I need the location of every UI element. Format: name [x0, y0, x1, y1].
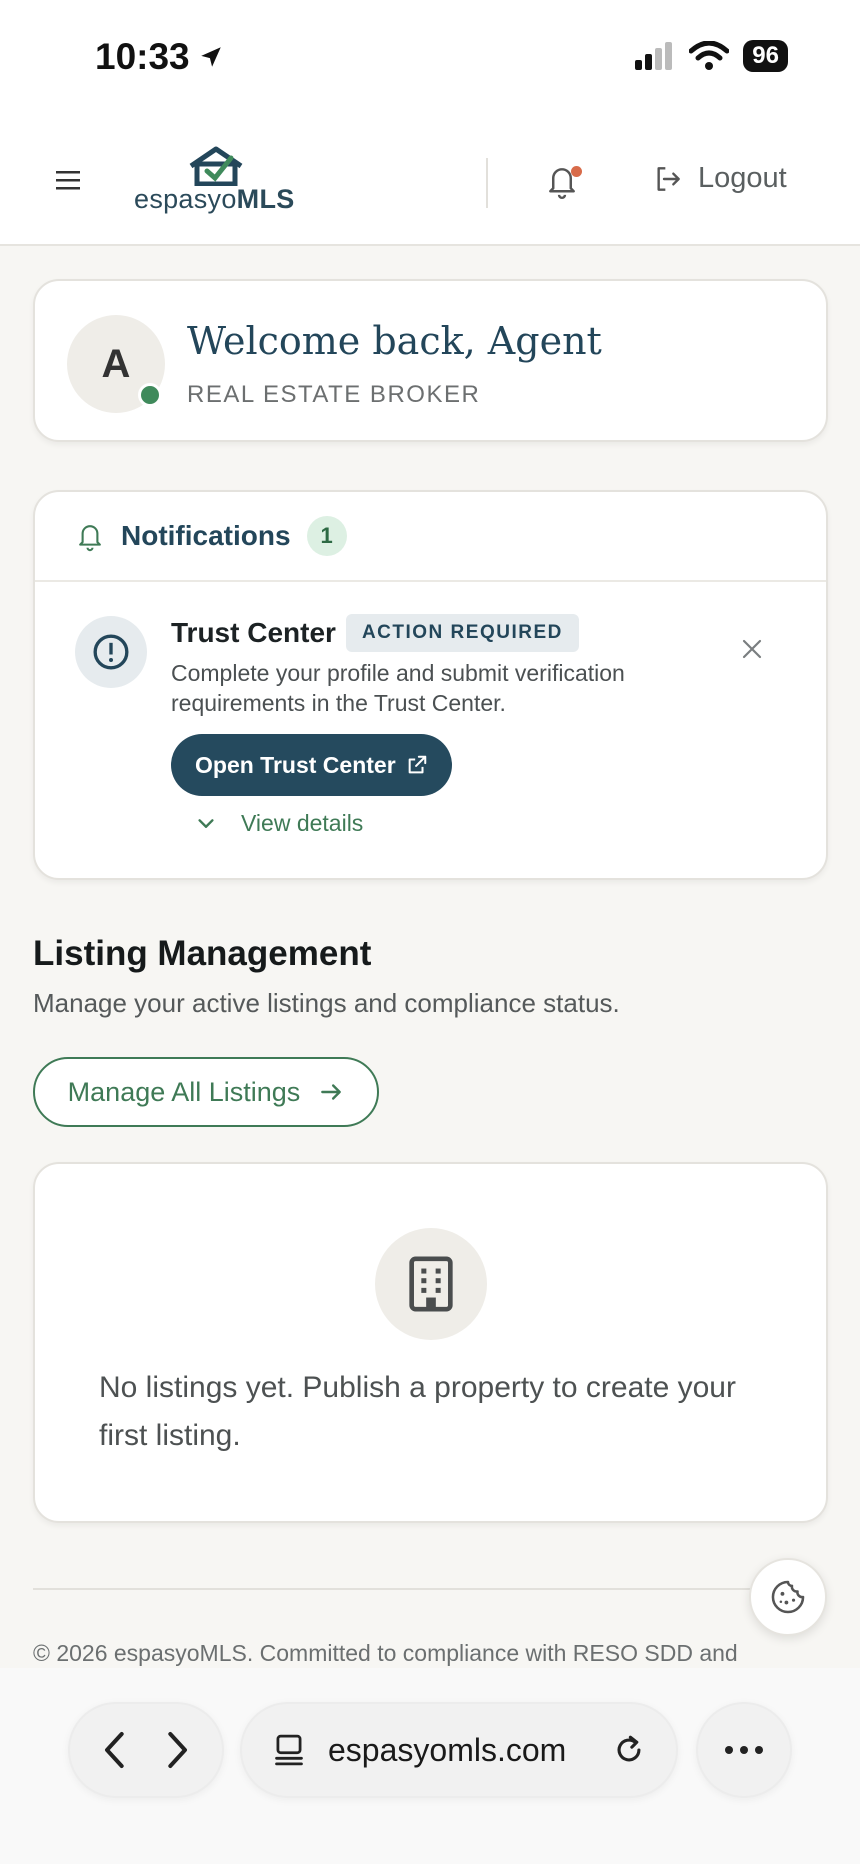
battery-indicator: 96 — [743, 40, 788, 72]
more-dots-icon — [724, 1745, 764, 1755]
footer-divider — [33, 1588, 753, 1590]
address-bar[interactable]: espasyomls.com — [240, 1702, 678, 1798]
view-details-toggle[interactable]: View details — [195, 810, 363, 837]
open-trust-center-label: Open Trust Center — [195, 751, 396, 778]
external-link-icon — [406, 754, 428, 776]
welcome-card: A Welcome back, Agent REAL ESTATE BROKER — [33, 279, 828, 442]
app-header: espasyoMLS Logout — [0, 118, 860, 246]
manage-all-listings-label: Manage All Listings — [67, 1076, 301, 1107]
listing-management-title: Listing Management — [33, 934, 372, 973]
notification-indicator-dot — [571, 166, 582, 177]
reload-icon[interactable] — [612, 1733, 646, 1767]
alert-icon-container — [75, 616, 147, 688]
welcome-title: Welcome back, Agent — [187, 319, 602, 363]
open-trust-center-button[interactable]: Open Trust Center — [171, 734, 452, 796]
online-status-dot — [138, 383, 162, 407]
empty-listings-card: No listings yet. Publish a property to c… — [33, 1162, 828, 1523]
notification-title: Trust Center — [171, 617, 336, 648]
more-options-button[interactable] — [696, 1702, 792, 1798]
notification-title-row: Trust Center ACTION REQUIRED — [171, 614, 579, 652]
exclamation-circle-icon — [91, 632, 131, 672]
browser-nav-pill — [68, 1702, 224, 1798]
notifications-card: Notifications 1 Trust Center ACTION REQU… — [33, 490, 828, 880]
dismiss-notification-button[interactable] — [735, 632, 769, 666]
user-role: REAL ESTATE BROKER — [187, 381, 481, 408]
status-time: 10:33 — [95, 36, 224, 78]
action-required-badge: ACTION REQUIRED — [345, 614, 579, 652]
espasyomls-logo[interactable]: espasyoMLS — [134, 146, 304, 220]
empty-listings-message: No listings yet. Publish a property to c… — [99, 1371, 736, 1452]
avatar-initial: A — [101, 341, 131, 386]
location-arrow-icon — [198, 44, 224, 70]
house-check-logo-icon — [187, 146, 245, 186]
notifications-title: Notifications — [121, 520, 291, 551]
logout-label: Logout — [698, 162, 787, 194]
cookie-settings-button[interactable] — [749, 1558, 827, 1636]
chevron-down-icon — [195, 813, 217, 835]
notification-description: Complete your profile and submit verific… — [171, 660, 625, 716]
hamburger-menu-button[interactable] — [50, 162, 86, 198]
notifications-count-badge: 1 — [306, 516, 347, 556]
arrow-right-icon — [318, 1079, 344, 1105]
building-icon-container — [375, 1228, 487, 1340]
logo-text-bold: MLS — [236, 184, 295, 214]
header-divider — [486, 158, 488, 208]
chevron-left-icon — [101, 1730, 129, 1770]
logo-wordmark: espasyoMLS — [134, 184, 295, 215]
chevron-right-icon — [163, 1730, 191, 1770]
bell-outline-icon — [75, 520, 105, 552]
tab-overview-icon[interactable] — [272, 1732, 306, 1768]
status-indicators: 96 — [635, 40, 788, 72]
cookie-icon — [769, 1578, 807, 1616]
logo-text-light: espasyo — [134, 184, 237, 214]
footer-copyright: © 2026 espasyoMLS. Committed to complian… — [33, 1640, 738, 1666]
url-text: espasyomls.com — [328, 1731, 567, 1768]
status-time-text: 10:33 — [95, 36, 190, 77]
notifications-header: Notifications 1 — [35, 492, 826, 582]
logout-button[interactable]: Logout — [652, 162, 787, 195]
close-icon — [740, 637, 764, 661]
listing-management-subtitle: Manage your active listings and complian… — [33, 988, 620, 1018]
browser-toolbar: espasyomls.com — [0, 1668, 860, 1864]
wifi-icon — [689, 41, 730, 71]
forward-button[interactable] — [163, 1730, 191, 1770]
status-bar: 10:33 96 — [0, 0, 860, 118]
hamburger-icon — [54, 168, 82, 192]
back-button[interactable] — [101, 1730, 129, 1770]
building-icon — [405, 1255, 457, 1313]
cellular-signal-icon — [635, 42, 675, 70]
view-details-label: View details — [241, 810, 364, 836]
logout-icon — [652, 163, 684, 195]
notifications-bell-button[interactable] — [544, 162, 584, 202]
manage-all-listings-button[interactable]: Manage All Listings — [33, 1057, 379, 1127]
